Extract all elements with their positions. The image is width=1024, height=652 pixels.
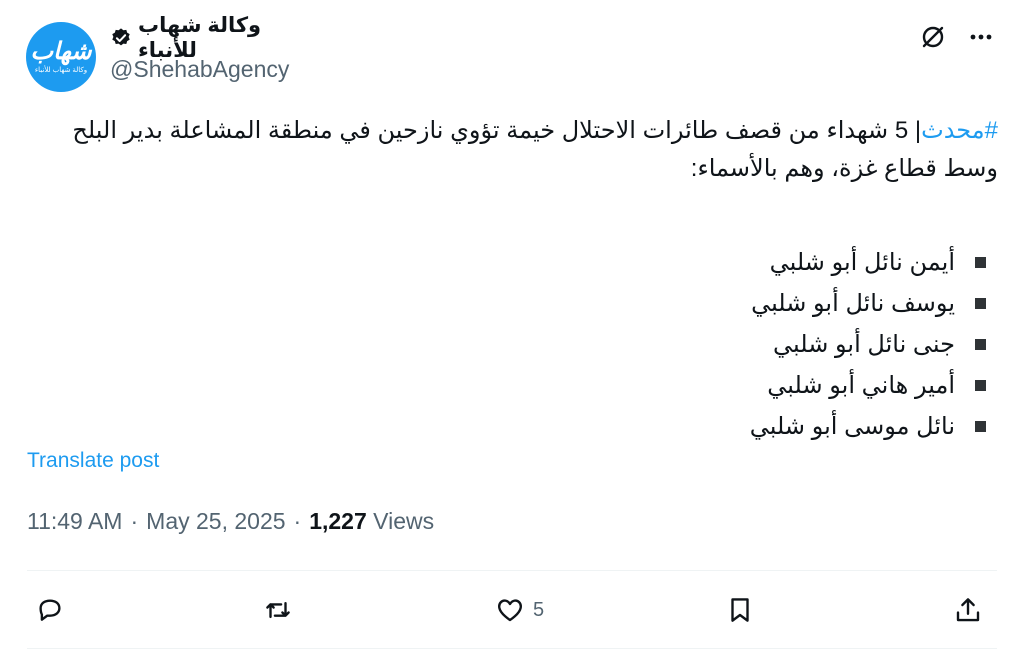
avatar-logo: شهاب (30, 37, 92, 65)
bullet-square-icon (975, 421, 986, 432)
tweet-body: | 5 شهداء من قصف طائرات الاحتلال خيمة تؤ… (72, 117, 998, 182)
share-button[interactable] (953, 590, 983, 630)
tweet-text: #محدث| 5 شهداء من قصف طائرات الاحتلال خي… (50, 112, 998, 188)
more-icon (970, 34, 992, 40)
list-item: أيمن نائل أبو شلبي (586, 242, 986, 283)
share-icon (956, 598, 980, 622)
list-item: أمير هاني أبو شلبي (586, 365, 986, 406)
grok-button[interactable] (918, 22, 948, 52)
bullet-square-icon (975, 257, 986, 268)
reply-icon (39, 599, 61, 621)
views-label: Views (373, 508, 435, 534)
meta-separator: · (293, 508, 302, 534)
list-item-text: نائل موسى أبو شلبي (749, 413, 955, 440)
list-item: جنى نائل أبو شلبي (586, 324, 986, 365)
bullet-square-icon (975, 380, 986, 391)
list-item-text: أيمن نائل أبو شلبي (769, 249, 955, 276)
bullet-square-icon (975, 298, 986, 309)
translate-post-link[interactable]: Translate post (27, 449, 159, 473)
list-item: يوسف نائل أبو شلبي (586, 283, 986, 324)
names-list: أيمن نائل أبو شلبي يوسف نائل أبو شلبي جن… (586, 242, 986, 447)
display-name-row[interactable]: وكالة شهاب للأنباء (110, 14, 300, 62)
tweet-time[interactable]: 11:49 AM (27, 508, 122, 535)
views-count: 1,227 (309, 508, 367, 534)
avatar-subtitle: وكالة شهاب للأنباء (34, 66, 88, 74)
action-bar: 5 (27, 590, 997, 630)
slash-circle-icon (922, 26, 944, 48)
divider (27, 648, 997, 649)
hashtag-link[interactable]: #محدث (921, 117, 998, 144)
bullet-square-icon (975, 339, 986, 350)
list-item: نائل موسى أبو شلبي (586, 406, 986, 447)
verified-badge-icon (112, 28, 130, 46)
avatar[interactable]: شهاب وكالة شهاب للأنباء (26, 22, 96, 92)
like-button[interactable]: 5 (495, 590, 544, 630)
like-count: 5 (533, 598, 545, 621)
bookmark-button[interactable] (725, 590, 763, 630)
retweet-button[interactable] (263, 590, 301, 630)
tweet-meta: 11:49 AM · May 25, 2025 · 1,227 Views (27, 508, 434, 535)
meta-separator: · (130, 508, 139, 534)
account-handle[interactable]: @ShehabAgency (110, 56, 289, 83)
list-item-text: أمير هاني أبو شلبي (767, 372, 955, 399)
retweet-icon (266, 601, 290, 619)
list-item-text: يوسف نائل أبو شلبي (751, 290, 955, 317)
divider (27, 570, 997, 571)
list-item-text: جنى نائل أبو شلبي (773, 331, 955, 358)
tweet-date[interactable]: May 25, 2025 (146, 508, 285, 535)
bookmark-icon (731, 598, 749, 622)
heart-icon (498, 599, 522, 622)
reply-button[interactable] (35, 590, 73, 630)
more-options-button[interactable] (966, 22, 996, 52)
